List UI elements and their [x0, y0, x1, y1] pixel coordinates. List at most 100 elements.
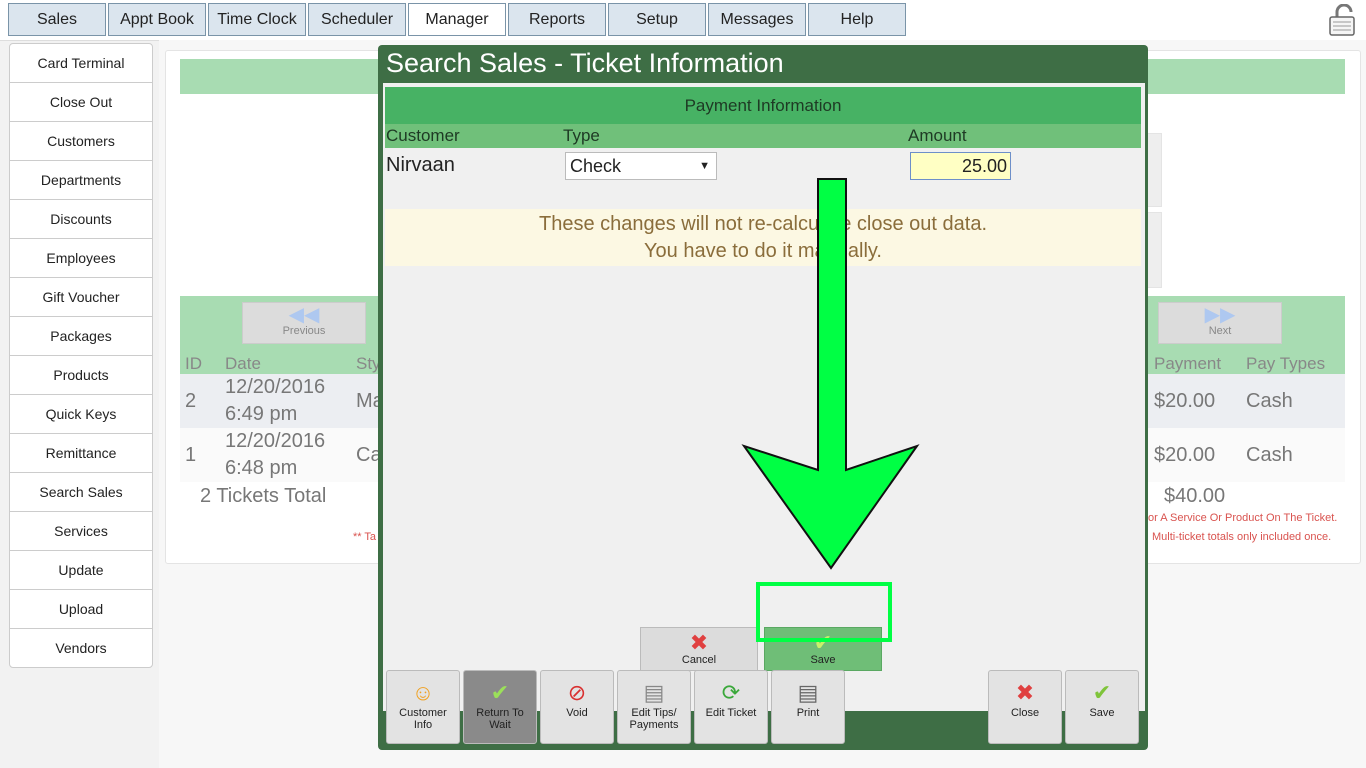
edit-ticket-label: Edit Ticket: [705, 707, 757, 719]
row-id: 1: [185, 444, 197, 466]
tickets-total-label: 2 Tickets Total: [200, 485, 327, 507]
tab-scheduler[interactable]: Scheduler: [308, 3, 406, 36]
previous-button[interactable]: ◀◀ Previous: [242, 302, 366, 344]
row-time: 6:49 pm: [225, 403, 298, 425]
column-header-id: ID: [185, 354, 202, 373]
warning-line-1: These changes will not re-calculate clos…: [538, 213, 988, 235]
coins-icon: ▤: [643, 680, 665, 705]
row-id: 2: [185, 390, 197, 412]
payment-type-value: Check: [570, 156, 622, 176]
row-date: 12/20/2016: [225, 430, 326, 452]
next-button[interactable]: ▶▶ Next: [1158, 302, 1282, 344]
x-icon: ✖: [689, 630, 709, 655]
document-icon: ▤: [797, 680, 819, 705]
toolbar-save-button[interactable]: ✔ Save: [1065, 670, 1139, 744]
person-icon: ☺: [411, 680, 435, 705]
tab-manager[interactable]: Manager: [408, 3, 506, 36]
customer-info-label-1: Customer: [399, 707, 447, 719]
amount-input[interactable]: 25.00: [910, 152, 1011, 180]
note-line-1: or A Service Or Product On The Ticket.: [1148, 512, 1338, 524]
tab-help[interactable]: Help: [808, 3, 906, 36]
tab-appt-book[interactable]: Appt Book: [108, 3, 206, 36]
sidebar-item-close-out[interactable]: Close Out: [10, 83, 152, 122]
tab-time-clock[interactable]: Time Clock: [208, 3, 306, 36]
column-amount: Amount: [908, 126, 967, 145]
row-time: 6:48 pm: [225, 457, 298, 479]
manager-sidebar: Card Terminal Close Out Customers Depart…: [9, 43, 153, 668]
column-header-date: Date: [225, 354, 261, 373]
top-bar: Sales Appt Book Time Clock Scheduler Man…: [0, 0, 1366, 41]
double-left-arrow-icon: ◀◀: [288, 304, 320, 326]
dialog-body: Payment Information Customer Type Amount…: [383, 83, 1145, 711]
sidebar-item-quick-keys[interactable]: Quick Keys: [10, 395, 152, 434]
sidebar-item-products[interactable]: Products: [10, 356, 152, 395]
payment-type-select[interactable]: Check ▼: [565, 152, 717, 180]
sidebar-item-gift-voucher[interactable]: Gift Voucher: [10, 278, 152, 317]
note-line-2: Multi-ticket totals only included once.: [1152, 531, 1332, 543]
tab-setup[interactable]: Setup: [608, 3, 706, 36]
lock-icon[interactable]: [1328, 4, 1358, 36]
previous-label: Previous: [282, 325, 326, 337]
refresh-icon: ⟳: [721, 680, 741, 705]
payment-columns: Customer Type Amount: [385, 124, 1141, 148]
tax-note: ** Ta: [353, 531, 377, 543]
checkmark-icon: ✔: [490, 680, 510, 705]
next-label: Next: [1208, 325, 1232, 337]
checkmark-icon: ✔: [813, 630, 833, 655]
edit-tips-label-1: Edit Tips/: [631, 707, 677, 719]
sidebar-item-vendors[interactable]: Vendors: [10, 629, 152, 667]
sidebar-item-search-sales[interactable]: Search Sales: [10, 473, 152, 512]
tab-sales[interactable]: Sales: [8, 3, 106, 36]
edit-ticket-button[interactable]: ⟳ Edit Ticket: [694, 670, 768, 744]
edit-tips-label-2: Payments: [629, 719, 679, 731]
return-to-wait-button[interactable]: ✔ Return To Wait: [463, 670, 537, 744]
closeout-warning: These changes will not re-calculate clos…: [385, 209, 1141, 266]
print-button[interactable]: ▤ Print: [771, 670, 845, 744]
customer-info-label-2: Info: [413, 719, 433, 731]
x-icon: ✖: [1015, 680, 1035, 705]
dropdown-caret-icon: ▼: [699, 160, 710, 172]
save-button[interactable]: ✔ Save: [764, 627, 882, 671]
column-header-style: Sty: [356, 354, 381, 373]
tab-reports[interactable]: Reports: [508, 3, 606, 36]
sidebar-item-customers[interactable]: Customers: [10, 122, 152, 161]
void-label: Void: [566, 707, 588, 719]
column-header-payment: Payment: [1154, 354, 1222, 373]
ticket-information-dialog: Search Sales - Ticket Information Paymen…: [378, 45, 1148, 750]
sidebar-item-upload[interactable]: Upload: [10, 590, 152, 629]
ticket-toolbar: ☺ Customer Info ✔ Return To Wait ⊘ Void …: [378, 666, 1148, 750]
payment-information-header: Payment Information: [385, 87, 1141, 124]
sidebar-item-departments[interactable]: Departments: [10, 161, 152, 200]
tickets-total-amount: $40.00: [1164, 485, 1226, 507]
checkmark-icon: ✔: [1092, 680, 1112, 705]
save-label: Save: [810, 654, 836, 666]
cancel-button[interactable]: ✖ Cancel: [640, 627, 758, 671]
sidebar-item-remittance[interactable]: Remittance: [10, 434, 152, 473]
sidebar-item-update[interactable]: Update: [10, 551, 152, 590]
row-payment: $20.00: [1154, 390, 1216, 412]
edit-tips-payments-button[interactable]: ▤ Edit Tips/ Payments: [617, 670, 691, 744]
row-date: 12/20/2016: [225, 376, 326, 398]
row-pay-type: Cash: [1246, 444, 1293, 466]
cancel-label: Cancel: [681, 654, 717, 666]
sidebar-item-packages[interactable]: Packages: [10, 317, 152, 356]
close-button[interactable]: ✖ Close: [988, 670, 1062, 744]
warning-line-2: You have to do it manually.: [644, 240, 882, 262]
row-pay-type: Cash: [1246, 390, 1293, 412]
void-button[interactable]: ⊘ Void: [540, 670, 614, 744]
print-label: Print: [796, 707, 820, 719]
tab-messages[interactable]: Messages: [708, 3, 806, 36]
sidebar-item-employees[interactable]: Employees: [10, 239, 152, 278]
sidebar-item-card-terminal[interactable]: Card Terminal: [10, 44, 152, 83]
double-right-arrow-icon: ▶▶: [1204, 304, 1236, 326]
payment-row: Nirvaan Check ▼ 25.00: [385, 148, 1141, 183]
sidebar-item-services[interactable]: Services: [10, 512, 152, 551]
sidebar-item-discounts[interactable]: Discounts: [10, 200, 152, 239]
row-payment: $20.00: [1154, 444, 1216, 466]
customer-info-button[interactable]: ☺ Customer Info: [386, 670, 460, 744]
main-tabs: Sales Appt Book Time Clock Scheduler Man…: [8, 3, 908, 36]
column-type: Type: [563, 126, 600, 145]
column-customer: Customer: [386, 126, 460, 145]
customer-name: Nirvaan: [386, 154, 455, 176]
prohibited-icon: ⊘: [567, 680, 587, 705]
